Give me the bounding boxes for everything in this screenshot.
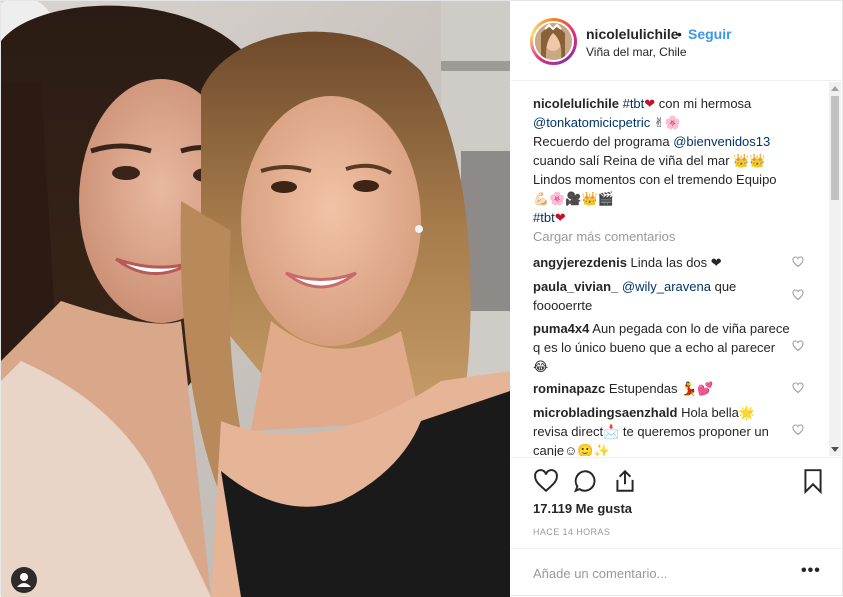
- scrollbar-thumb[interactable]: [831, 96, 839, 200]
- comment-username[interactable]: puma4x4: [533, 321, 589, 336]
- caption-text: Recuerdo del programa: [533, 134, 674, 149]
- comment-username[interactable]: paula_vivian_: [533, 279, 618, 294]
- comment-like-icon[interactable]: [792, 289, 804, 301]
- comment-icon[interactable]: [573, 468, 599, 494]
- post-location[interactable]: Viña del mar, Chile: [586, 45, 687, 59]
- comment-username[interactable]: microbladingsaenzhald: [533, 405, 677, 420]
- caption-username[interactable]: nicolelulichile: [533, 96, 619, 111]
- hashtag-link[interactable]: #tbt: [623, 96, 645, 111]
- post-photo[interactable]: [1, 1, 510, 597]
- comment-item: angyjerezdenis Linda las dos ❤: [533, 253, 793, 272]
- mention-link[interactable]: @tonkatomicicpetric: [533, 115, 650, 130]
- add-comment-bar: •••: [511, 548, 843, 597]
- likes-count[interactable]: 17.119 Me gusta: [533, 501, 632, 516]
- avatar[interactable]: [533, 21, 574, 62]
- separator-dot: •: [677, 26, 682, 42]
- post-caption: nicolelulichile #tbt❤ con mi hermosa @to…: [533, 94, 823, 227]
- comment-item: paula_vivian_ @wily_aravena que fooooerr…: [533, 277, 793, 315]
- comments-scrollbar[interactable]: [829, 82, 841, 456]
- follow-button[interactable]: Seguir: [688, 26, 732, 42]
- comment-like-icon[interactable]: [792, 256, 804, 268]
- user-tag-icon[interactable]: [11, 567, 37, 593]
- caption-heart: ❤: [644, 96, 656, 111]
- comment-text: Estupendas 💃💕: [605, 381, 714, 396]
- comments-list[interactable]: nicolelulichile #tbt❤ con mi hermosa @to…: [511, 82, 843, 456]
- scroll-down-arrow-icon[interactable]: [831, 447, 839, 452]
- caption-text: con mi hermosa: [655, 96, 752, 111]
- post-header: nicolelulichile • Seguir Viña del mar, C…: [511, 1, 843, 81]
- post-actions-bar: [511, 457, 843, 497]
- story-ring[interactable]: [530, 18, 577, 65]
- comment-username[interactable]: angyjerezdenis: [533, 255, 627, 270]
- bookmark-icon[interactable]: [800, 468, 826, 494]
- post-timestamp[interactable]: HACE 14 HORAS: [533, 527, 610, 537]
- comment-item: microbladingsaenzhald Hola bella🌟 revisa…: [533, 403, 793, 456]
- caption-text: cuando salí Reina de viña del mar 👑👑: [533, 153, 766, 168]
- comment-like-icon[interactable]: [792, 382, 804, 394]
- load-more-comments[interactable]: Cargar más comentarios: [533, 229, 675, 244]
- heart-icon[interactable]: [533, 468, 559, 494]
- comment-item: puma4x4 Aun pegada con lo de viña parece…: [533, 319, 793, 376]
- post-username[interactable]: nicolelulichile: [586, 26, 679, 42]
- comment-item: rominapazc Estupendas 💃💕: [533, 379, 793, 398]
- more-options-button[interactable]: •••: [801, 562, 821, 580]
- caption-emoji: ✌🌸: [650, 115, 681, 130]
- scroll-up-arrow-icon[interactable]: [831, 86, 839, 91]
- comment-like-icon[interactable]: [792, 424, 804, 436]
- share-icon[interactable]: [612, 468, 638, 494]
- add-comment-input[interactable]: [533, 563, 783, 583]
- mention-link[interactable]: @wily_aravena: [622, 279, 711, 294]
- caption-emoji: 💪🏻🌸🎥👑🎬: [533, 191, 614, 206]
- instagram-post: nicolelulichile • Seguir Viña del mar, C…: [0, 0, 843, 597]
- mention-link[interactable]: @bienvenidos13: [673, 134, 770, 149]
- comment-text: Linda las dos ❤: [626, 255, 722, 270]
- comment-username[interactable]: rominapazc: [533, 381, 605, 396]
- post-side-panel: nicolelulichile • Seguir Viña del mar, C…: [511, 1, 843, 597]
- comment-like-icon[interactable]: [792, 340, 804, 352]
- hashtag-link[interactable]: #tbt: [533, 210, 555, 225]
- selfie-image: [1, 1, 510, 597]
- caption-heart: ❤: [554, 210, 566, 225]
- caption-text: Lindos momentos con el tremendo Equipo: [533, 172, 777, 187]
